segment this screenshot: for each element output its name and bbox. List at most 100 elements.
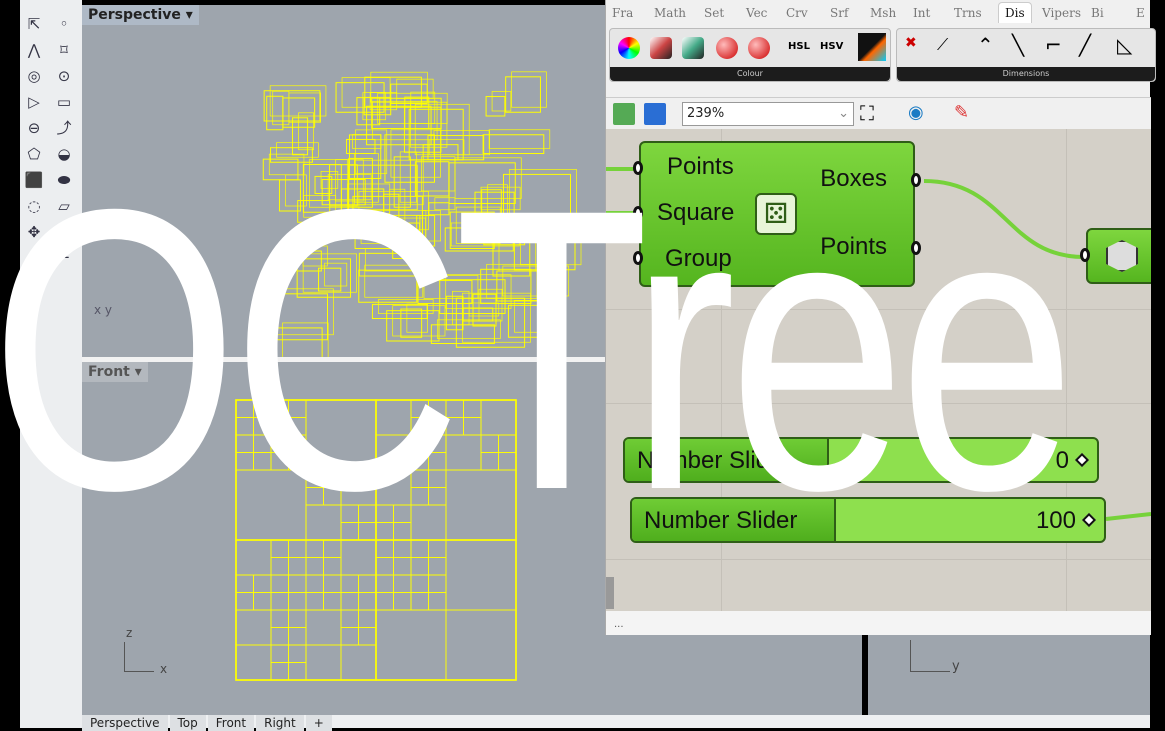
tab-srf[interactable]: Srf xyxy=(830,6,848,20)
canvas-scrollbar[interactable] xyxy=(606,577,614,609)
perspective-viewport[interactable]: Perspective ▾ x y xyxy=(82,5,605,357)
line-dimension-icon[interactable]: ╱ xyxy=(1079,33,1091,57)
save-file-icon[interactable] xyxy=(644,103,666,125)
octree-cell xyxy=(305,609,342,646)
triangle-dimension-icon[interactable]: ◺ xyxy=(1117,33,1132,57)
add-tab-button[interactable]: + xyxy=(305,715,332,731)
colour-cube-icon[interactable] xyxy=(650,37,672,59)
octree-component[interactable]: Points Square Group Boxes Points ⚄ xyxy=(633,141,921,287)
octree-cell xyxy=(288,592,307,611)
grasshopper-canvas[interactable]: Points Square Group Boxes Points ⚄ Numbe… xyxy=(606,129,1151,611)
tool-icon[interactable]: ⚡ xyxy=(54,222,74,242)
octree-cell xyxy=(393,539,412,558)
tab-msh[interactable]: Msh xyxy=(870,6,896,20)
octree-cell xyxy=(485,96,506,117)
tool-icon[interactable]: ▭ xyxy=(54,92,74,112)
number-slider[interactable]: Number Slider 0 xyxy=(623,437,1099,483)
output-port[interactable] xyxy=(911,241,921,255)
tab-front[interactable]: Front xyxy=(207,715,255,731)
tool-icon[interactable]: ▷ xyxy=(24,92,44,112)
tool-icon[interactable]: ⬛ xyxy=(24,170,44,190)
slider-grip-icon[interactable] xyxy=(1074,452,1090,468)
tool-icon[interactable]: ✥ xyxy=(24,222,44,242)
red-sphere-icon[interactable] xyxy=(716,37,738,59)
tab-bi[interactable]: Bi xyxy=(1091,6,1104,20)
tab-right[interactable]: Right xyxy=(256,715,304,731)
octree-cell xyxy=(305,644,342,681)
slider-grip-icon[interactable] xyxy=(1081,512,1097,528)
output-label: Boxes xyxy=(820,165,887,192)
octree-cell xyxy=(305,487,324,506)
tab-perspective[interactable]: Perspective xyxy=(82,715,168,731)
octree-cell xyxy=(288,627,307,646)
tool-icon[interactable]: ⊖ xyxy=(24,118,44,138)
tool-icon[interactable]: ⋀ xyxy=(24,40,44,60)
colour-cube-icon[interactable] xyxy=(682,37,704,59)
octree-cell xyxy=(270,417,289,436)
red-sphere-icon[interactable] xyxy=(748,37,770,59)
octree-cell xyxy=(323,592,342,611)
octree-cell xyxy=(356,97,381,126)
colour-wheel-icon[interactable] xyxy=(618,37,640,59)
tool-icon[interactable]: ∞ xyxy=(24,274,44,294)
tab-math[interactable]: Math xyxy=(654,6,686,20)
input-port[interactable] xyxy=(1080,248,1090,262)
tool-icon[interactable]: ⇱ xyxy=(24,14,44,34)
input-port[interactable] xyxy=(633,161,643,175)
octree-cell xyxy=(393,592,412,611)
zoom-extents-icon[interactable]: ⛶ xyxy=(860,101,874,125)
tool-icon[interactable]: ⊥ xyxy=(24,248,44,268)
tab-top[interactable]: Top xyxy=(169,715,206,731)
octree-cell xyxy=(276,327,323,357)
hsl-icon[interactable]: HSL xyxy=(788,41,810,52)
angle-dimension-icon[interactable]: ⌃ xyxy=(977,33,994,57)
octree-cell xyxy=(468,302,500,317)
tab-set[interactable]: Set xyxy=(704,6,724,20)
downstream-component[interactable] xyxy=(1080,228,1151,284)
tag-delete-icon[interactable]: ✖ xyxy=(905,35,917,51)
tab-e[interactable]: E xyxy=(1136,6,1145,20)
tool-icon[interactable]: ⌐ xyxy=(54,248,74,268)
aligned-dimension-icon[interactable]: ╲ xyxy=(1012,33,1024,57)
spectrum-icon[interactable] xyxy=(858,33,886,61)
tool-icon[interactable]: ◎ xyxy=(24,66,44,86)
tag-icon[interactable]: ⟋ xyxy=(937,35,948,55)
open-file-icon[interactable] xyxy=(613,103,635,125)
input-port[interactable] xyxy=(633,206,643,220)
tab-int[interactable]: Int xyxy=(913,6,930,20)
tool-icon[interactable]: ◒ xyxy=(54,144,74,164)
input-port[interactable] xyxy=(633,251,643,265)
tab-crv[interactable]: Crv xyxy=(786,6,808,20)
tool-icon[interactable]: ⬬ xyxy=(54,170,74,190)
tool-icon[interactable]: ⌑ xyxy=(54,40,74,60)
octree-cell xyxy=(410,469,429,488)
tool-icon[interactable]: ⤴ xyxy=(54,118,74,138)
sketch-pen-icon[interactable]: ✎ xyxy=(954,102,969,123)
preview-eye-icon[interactable]: ◉ xyxy=(908,102,924,123)
octree-cell xyxy=(323,469,342,488)
octree-cell xyxy=(491,91,512,112)
octree-cell xyxy=(445,469,517,541)
tab-dis[interactable]: Dis xyxy=(998,2,1032,23)
hsv-icon[interactable]: HSV xyxy=(820,41,843,52)
number-slider[interactable]: Number Slider 100 xyxy=(630,497,1106,543)
output-port[interactable] xyxy=(911,173,921,187)
linear-dimension-icon[interactable]: ⌐ xyxy=(1045,33,1062,57)
tab-vec[interactable]: Vec xyxy=(746,6,767,20)
octree-cell xyxy=(340,522,359,541)
tab-trns[interactable]: Trns xyxy=(954,6,982,20)
tool-icon[interactable]: ▱ xyxy=(54,196,74,216)
tab-vipers[interactable]: Vipers xyxy=(1042,6,1081,20)
tool-icon[interactable]: ◌ xyxy=(24,196,44,216)
tool-icon[interactable]: ◦ xyxy=(54,14,74,34)
tool-icon[interactable]: ⊙ xyxy=(54,66,74,86)
output-label: Points xyxy=(820,233,887,260)
octree-cell xyxy=(235,609,272,646)
octree-cell xyxy=(305,574,324,593)
octree-cell xyxy=(305,539,324,558)
tool-icon[interactable]: ⬠ xyxy=(24,144,44,164)
octree-cell xyxy=(288,662,307,681)
zoom-dropdown[interactable]: 239% ⌄ xyxy=(682,102,854,126)
right-viewport[interactable]: y xyxy=(868,635,1150,715)
tab-fra[interactable]: Fra xyxy=(612,6,633,20)
